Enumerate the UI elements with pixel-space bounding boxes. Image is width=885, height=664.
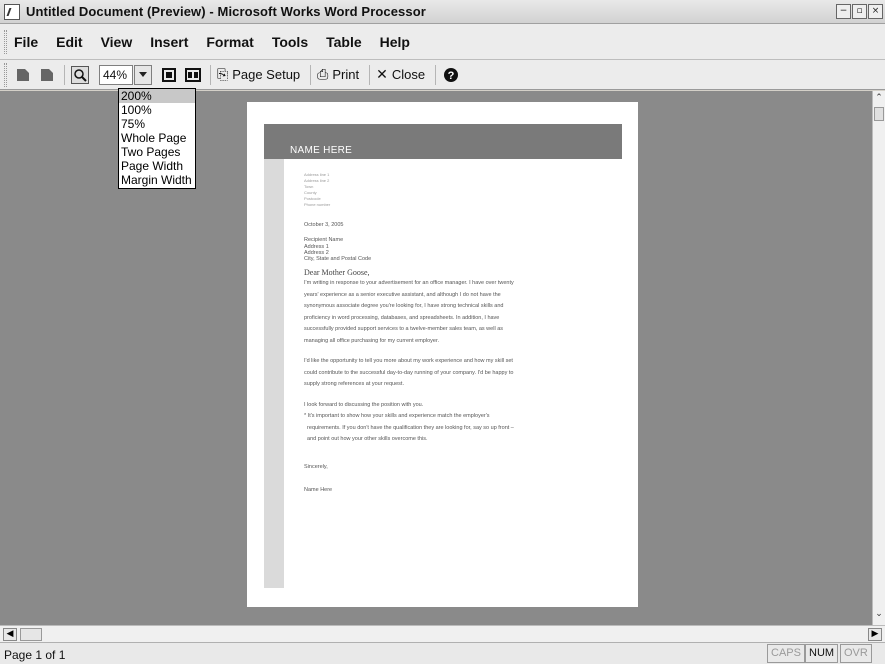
- letter-date: October 3, 2005: [304, 222, 344, 228]
- app-icon: [4, 3, 20, 20]
- scroll-down-icon[interactable]: ⌄: [873, 609, 885, 623]
- vertical-scrollbar[interactable]: ⌃ ⌄: [872, 91, 885, 625]
- print-button[interactable]: ⎙ Print: [317, 67, 359, 83]
- close-icon: ✕: [376, 66, 388, 83]
- scroll-up-icon[interactable]: ⌃: [873, 93, 885, 107]
- preview-toolbar: 44% ⎘ Page Setup ⎙ Print ✕ Close ?: [0, 60, 885, 90]
- name-header-band: NAME HERE: [264, 124, 622, 159]
- menu-insert[interactable]: Insert: [150, 34, 188, 50]
- name-header: NAME HERE: [290, 145, 353, 156]
- close-window-button[interactable]: ×: [868, 4, 883, 19]
- toolbar-separator: [310, 64, 312, 85]
- page-setup-button[interactable]: ⎘ Page Setup: [217, 67, 300, 83]
- horizontal-scroll-thumb[interactable]: [20, 628, 42, 641]
- restore-button[interactable]: ▫: [852, 4, 867, 19]
- toolbar-separator: [64, 64, 65, 85]
- salutation: Dear Mother Goose,: [304, 268, 370, 277]
- letter-body: Address line 1 Address line 2 Town Count…: [304, 172, 604, 494]
- paragraph-2: I'd like the opportunity to tell you mor…: [304, 358, 514, 387]
- zoom-option-200[interactable]: 200%: [119, 89, 195, 103]
- recipient-line: Recipient Name: [304, 237, 344, 243]
- close-preview-button[interactable]: ✕ Close: [376, 67, 425, 83]
- ovr-indicator: OVR: [840, 644, 872, 663]
- printer-icon: ⎙: [317, 66, 329, 83]
- toolbar-separator: [210, 64, 211, 85]
- zoom-dropdown-button[interactable]: [134, 64, 152, 85]
- next-page-icon[interactable]: [38, 66, 56, 84]
- close-label: Close: [391, 67, 426, 82]
- menu-tools[interactable]: Tools: [272, 34, 308, 50]
- scroll-left-icon[interactable]: ◀: [3, 628, 17, 641]
- window-controls: − ▫ ×: [836, 4, 883, 19]
- zoom-magnifier-icon[interactable]: [71, 65, 89, 84]
- toolbar-separator: [369, 64, 371, 85]
- paragraph-1: I'm writing in response to your advertis…: [304, 280, 514, 344]
- address-line: Phone number: [304, 202, 331, 207]
- toolbar-grip[interactable]: [4, 63, 7, 87]
- menu-bar: File Edit View Insert Format Tools Table…: [0, 24, 885, 60]
- help-icon[interactable]: ?: [442, 66, 460, 84]
- window-title: Untitled Document (Preview) - Microsoft …: [26, 4, 426, 19]
- zoom-option-margin-width[interactable]: Margin Width: [119, 173, 195, 187]
- paragraph-3: I look forward to discussing the positio…: [304, 401, 514, 443]
- zoom-option-100[interactable]: 100%: [119, 103, 195, 117]
- svg-text:?: ?: [448, 70, 455, 82]
- previous-page-icon[interactable]: [14, 66, 32, 84]
- zoom-option-two-pages[interactable]: Two Pages: [119, 145, 195, 159]
- print-label: Print: [332, 67, 360, 82]
- minimize-button[interactable]: −: [836, 4, 851, 19]
- vertical-scroll-thumb[interactable]: [874, 107, 884, 121]
- signature: Name Here: [304, 486, 333, 493]
- closing: Sincerely,: [304, 463, 328, 470]
- menu-help[interactable]: Help: [380, 34, 410, 50]
- zoom-level-input[interactable]: 44%: [99, 64, 133, 85]
- menu-format[interactable]: Format: [206, 34, 253, 50]
- decorative-side-bar: [264, 159, 284, 588]
- menu-file[interactable]: File: [14, 34, 38, 50]
- menu-view[interactable]: View: [101, 34, 133, 50]
- one-page-view-icon[interactable]: [160, 66, 178, 84]
- page-setup-label: Page Setup: [232, 67, 301, 82]
- toolbar-separator: [435, 64, 437, 85]
- menubar-grip[interactable]: [4, 30, 7, 54]
- menu-table[interactable]: Table: [326, 34, 362, 50]
- menu-edit[interactable]: Edit: [56, 34, 82, 50]
- horizontal-scrollbar[interactable]: ◀ ▶: [0, 625, 885, 642]
- caps-indicator: CAPS: [767, 644, 805, 663]
- page-setup-icon: ⎘: [217, 66, 229, 83]
- zoom-option-whole-page[interactable]: Whole Page: [119, 131, 195, 145]
- recipient-line: City, State and Postal Code: [304, 256, 372, 262]
- zoom-dropdown-list: 200% 100% 75% Whole Page Two Pages Page …: [118, 88, 196, 189]
- num-indicator: NUM: [805, 644, 839, 663]
- document-page: NAME HERE Address line 1 Address line 2 …: [247, 102, 638, 607]
- zoom-option-75[interactable]: 75%: [119, 117, 195, 131]
- page-count: Page 1 of 1: [4, 648, 66, 662]
- two-page-view-icon[interactable]: [184, 66, 202, 84]
- status-bar: Page 1 of 1 CAPS NUM OVR: [0, 642, 885, 664]
- zoom-option-page-width[interactable]: Page Width: [119, 159, 195, 173]
- scroll-right-icon[interactable]: ▶: [868, 628, 882, 641]
- title-bar: Untitled Document (Preview) - Microsoft …: [0, 0, 885, 24]
